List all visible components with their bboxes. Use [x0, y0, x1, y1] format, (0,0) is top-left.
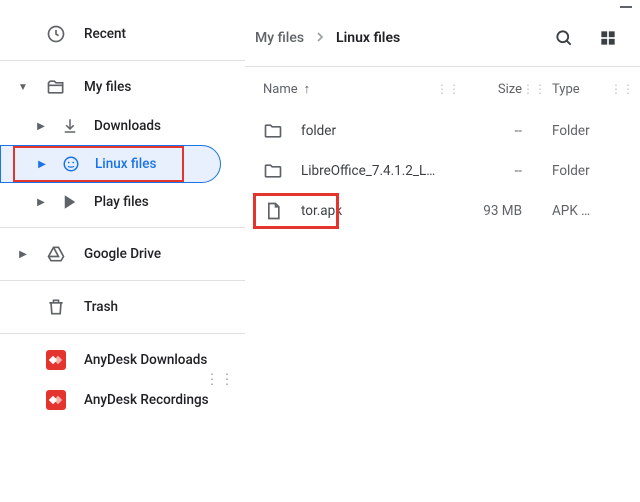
file-name: tor.apk: [301, 203, 436, 219]
column-header-size[interactable]: Size: [452, 82, 522, 97]
sidebar-item-trash[interactable]: ▶ Trash: [0, 287, 245, 327]
anydesk-icon: [46, 350, 66, 370]
column-resize-handle[interactable]: ⋮⋮: [610, 82, 626, 96]
column-header-name[interactable]: Name ↑: [263, 81, 436, 97]
chevron-right-icon: ▶: [36, 121, 46, 132]
file-type: Folder: [538, 163, 610, 179]
divider: [0, 60, 245, 61]
sidebar-item-label: Google Drive: [84, 246, 245, 262]
file-name: LibreOffice_7.4.1.2_Linux_x86-64_deb: [301, 163, 436, 179]
file-size: --: [452, 163, 522, 179]
sidebar-item-label: AnyDesk Recordings: [84, 392, 245, 408]
column-label: Name: [263, 82, 298, 97]
file-icon: [263, 201, 283, 221]
breadcrumb-parent[interactable]: My files: [255, 30, 304, 46]
sidebar-item-google-drive[interactable]: ▶ Google Drive: [0, 234, 245, 274]
column-header-type[interactable]: Type: [538, 82, 610, 97]
sidebar-item-linux-files[interactable]: ▶ Linux files: [0, 145, 221, 183]
column-resize-handle[interactable]: ⋮⋮: [436, 82, 452, 96]
file-type: APK …: [538, 203, 610, 219]
google-drive-icon: [46, 244, 66, 264]
divider: [0, 280, 245, 281]
table-row[interactable]: folder ⋮⋮ -- ⋮⋮ Folder ⋮⋮: [245, 111, 640, 151]
folder-open-icon: [46, 77, 66, 97]
main-panel: My files Linux files Name ↑ ⋮⋮ Size ⋮: [245, 10, 640, 502]
chevron-right-icon: ▶: [18, 249, 28, 260]
column-label: Size: [498, 82, 522, 97]
sidebar-anydesk-group: ▶ AnyDesk Downloads ▶ AnyDesk Recordings…: [0, 340, 245, 420]
sidebar-item-recent[interactable]: ▶ Recent: [0, 14, 245, 54]
folder-icon: [263, 161, 283, 181]
column-resize-handle[interactable]: ⋮⋮: [522, 82, 538, 96]
view-grid-button[interactable]: [590, 20, 626, 56]
sidebar-item-label: Play files: [94, 194, 245, 210]
file-size: 93 MB: [452, 203, 522, 219]
file-type: Folder: [538, 123, 610, 139]
table-row[interactable]: tor.apk ⋮⋮ 93 MB ⋮⋮ APK … ⋮⋮: [245, 191, 640, 231]
chevron-right-icon: ▶: [36, 197, 46, 208]
window-controls: [0, 0, 640, 10]
sidebar-item-myfiles[interactable]: ▼ My files: [0, 67, 245, 107]
download-icon: [60, 116, 80, 136]
divider: [0, 227, 245, 228]
sidebar-item-label: Recent: [84, 26, 245, 42]
header: My files Linux files: [245, 10, 640, 66]
sidebar-item-play-files[interactable]: ▶ Play files: [0, 183, 245, 221]
table-row[interactable]: LibreOffice_7.4.1.2_Linux_x86-64_deb ⋮⋮ …: [245, 151, 640, 191]
linux-icon: [61, 154, 81, 174]
search-button[interactable]: [546, 20, 582, 56]
drag-handle-icon[interactable]: ⋮⋮: [205, 377, 235, 384]
sort-ascending-icon: ↑: [304, 81, 311, 97]
file-size: --: [452, 123, 522, 139]
sidebar-item-label: Downloads: [94, 118, 245, 134]
anydesk-icon: [46, 390, 66, 410]
sidebar-item-label: My files: [84, 79, 245, 95]
clock-icon: [46, 24, 66, 44]
breadcrumb-current: Linux files: [336, 30, 400, 46]
file-name: folder: [301, 123, 436, 139]
window-minimize-button[interactable]: [620, 6, 632, 8]
chevron-right-icon: ▶: [37, 159, 47, 170]
app-root: ▶ Recent ▼ My files ▶ Downloads ▶: [0, 10, 640, 502]
table-header: Name ↑ ⋮⋮ Size ⋮⋮ Type ⋮⋮: [245, 67, 640, 111]
chevron-right-icon: [312, 29, 328, 48]
column-label: Type: [552, 82, 580, 97]
sidebar-item-label: Linux files: [95, 156, 220, 172]
sidebar: ▶ Recent ▼ My files ▶ Downloads ▶: [0, 10, 245, 502]
trash-icon: [46, 297, 66, 317]
divider: [0, 333, 245, 334]
play-store-icon: [60, 192, 80, 212]
sidebar-item-label: AnyDesk Downloads: [84, 352, 245, 368]
folder-icon: [263, 121, 283, 141]
table-body: folder ⋮⋮ -- ⋮⋮ Folder ⋮⋮ LibreOffice_7.…: [245, 111, 640, 231]
sidebar-item-label: Trash: [84, 299, 245, 315]
sidebar-item-downloads[interactable]: ▶ Downloads: [0, 107, 245, 145]
chevron-down-icon: ▼: [18, 82, 28, 93]
